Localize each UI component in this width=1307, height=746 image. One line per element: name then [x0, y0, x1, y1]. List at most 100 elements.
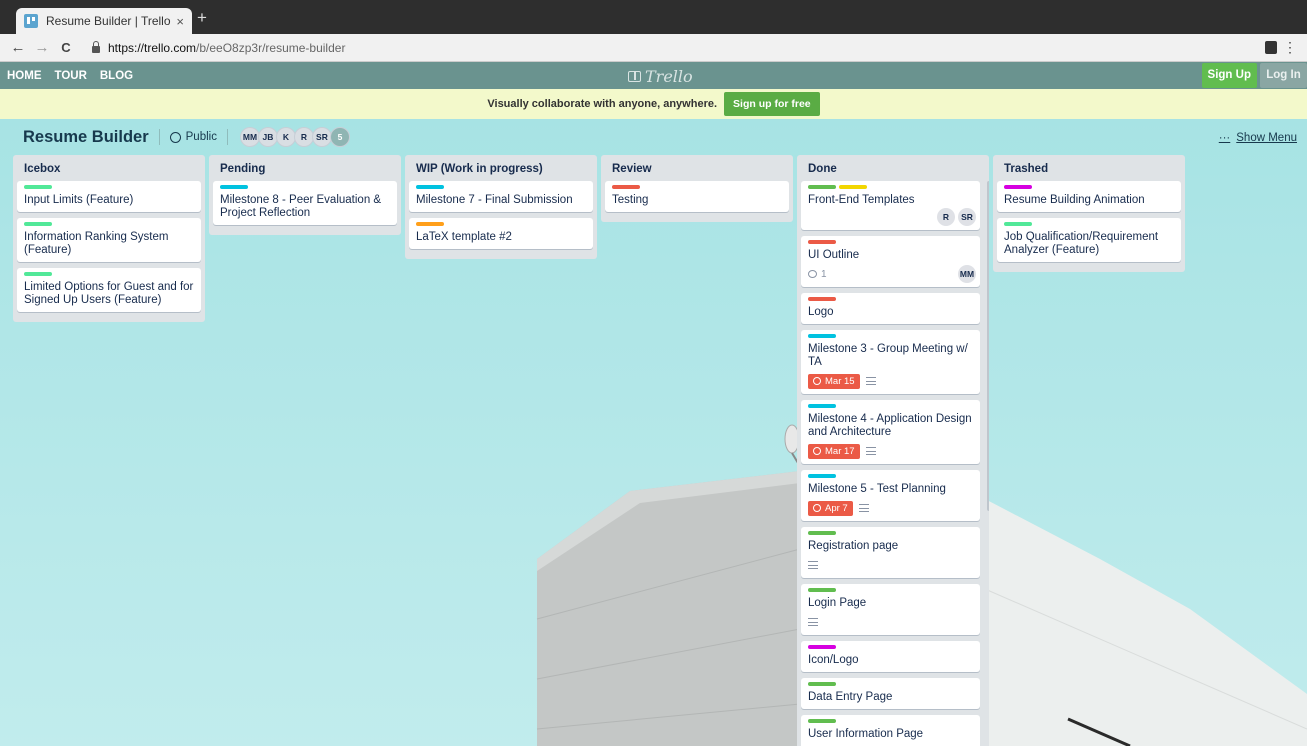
nav-blog-link[interactable]: BLOG — [100, 70, 133, 82]
card-label-red[interactable] — [808, 240, 836, 244]
list-icebox: Icebox Input Limits (Feature) Information … — [13, 155, 205, 322]
card[interactable]: Milestone 3 - Group Meeting w/ TA Mar 15 — [801, 330, 980, 394]
card-title: Icon/Logo — [808, 654, 859, 666]
card-label-mint[interactable] — [24, 185, 52, 189]
card-label-green[interactable] — [808, 185, 836, 189]
header-divider — [226, 129, 228, 145]
list-trashed: Trashed Resume Building Animation Job Qual… — [993, 155, 1185, 272]
card[interactable]: Milestone 8 - Peer Evaluation & Project … — [213, 181, 397, 225]
card-label-blue[interactable] — [808, 404, 836, 408]
card-label-mint[interactable] — [24, 272, 52, 276]
visibility-label[interactable]: Public — [186, 131, 217, 143]
card[interactable]: Job Qualification/Requirement Analyzer (… — [997, 218, 1181, 262]
card[interactable]: Resume Building Animation — [997, 181, 1181, 212]
card[interactable]: Icon/Logo — [801, 641, 980, 672]
card[interactable]: Input Limits (Feature) — [17, 181, 201, 212]
member-avatar[interactable]: MM — [239, 127, 260, 147]
card-badges — [808, 614, 973, 630]
card-label-green[interactable] — [808, 588, 836, 592]
card-label-blue[interactable] — [808, 334, 836, 338]
card-label-yellow[interactable] — [839, 185, 867, 189]
board-title[interactable]: Resume Builder — [23, 128, 149, 147]
list-scrollbar[interactable] — [987, 181, 989, 511]
card-label-green[interactable] — [808, 719, 836, 723]
list-title[interactable]: Review — [605, 155, 789, 181]
new-tab-button[interactable]: + — [197, 8, 207, 28]
sign-up-free-button[interactable]: Sign up for free — [724, 92, 820, 116]
tab-title: Resume Builder | Trello — [46, 14, 171, 28]
card-label-mint[interactable] — [24, 222, 52, 226]
card-title: LaTeX template #2 — [416, 231, 512, 243]
card[interactable]: Login Page — [801, 584, 980, 635]
card[interactable]: Data Entry Page — [801, 678, 980, 709]
card[interactable]: Registration page — [801, 527, 980, 578]
card-label-green[interactable] — [808, 531, 836, 535]
browser-tab[interactable]: Resume Builder | Trello × — [16, 8, 192, 34]
card-members: R SR — [937, 208, 976, 226]
card[interactable]: Logo — [801, 293, 980, 324]
more-members-badge[interactable]: 5 — [329, 127, 350, 147]
member-avatar[interactable]: R — [293, 127, 314, 147]
sign-up-button[interactable]: Sign Up — [1201, 63, 1257, 88]
log-in-button[interactable]: Log In — [1260, 63, 1307, 88]
nav-tour-link[interactable]: TOUR — [55, 70, 87, 82]
list-review: Review Testing — [601, 155, 793, 222]
card-label-orange[interactable] — [416, 222, 444, 226]
card-label-red[interactable] — [612, 185, 640, 189]
card-labels — [808, 588, 973, 594]
card[interactable]: LaTeX template #2 — [409, 218, 593, 249]
card-label-red[interactable] — [808, 297, 836, 301]
browser-menu-icon[interactable]: ⋮ — [1283, 39, 1297, 56]
card[interactable]: User Information Page — [801, 715, 980, 746]
member-avatar[interactable]: MM — [958, 265, 976, 283]
due-date-badge[interactable]: Apr 7 — [808, 500, 853, 516]
card-labels — [808, 240, 973, 246]
url-field[interactable]: https://trello.com/b/eeO8zp3r/resume-bui… — [108, 41, 345, 55]
list-title[interactable]: Done — [801, 155, 985, 181]
board-header: Resume Builder Public MM JB K R SR 5 ···… — [0, 119, 1307, 155]
card-title: Input Limits (Feature) — [24, 194, 134, 206]
card-labels — [220, 185, 390, 191]
due-date-text: Mar 17 — [825, 445, 855, 457]
board: Resume Builder Public MM JB K R SR 5 ···… — [0, 119, 1307, 746]
back-icon[interactable]: ← — [6, 39, 30, 56]
card[interactable]: Milestone 7 - Final Submission — [409, 181, 593, 212]
member-avatar[interactable]: JB — [257, 127, 278, 147]
list-wip-work-in-progress: WIP (Work in progress) Milestone 7 - Fina… — [405, 155, 597, 259]
card[interactable]: Limited Options for Guest and for Signed… — [17, 268, 201, 312]
show-menu-link[interactable]: ··· Show Menu — [1219, 132, 1297, 144]
list-title[interactable]: WIP (Work in progress) — [409, 155, 593, 181]
card[interactable]: Front-End Templates R SR — [801, 181, 980, 230]
card-label-mint[interactable] — [1004, 222, 1032, 226]
member-avatar[interactable]: SR — [311, 127, 332, 147]
card[interactable]: Milestone 4 - Application Design and Arc… — [801, 400, 980, 464]
card[interactable]: UI Outline 1 MM — [801, 236, 980, 287]
card-label-green[interactable] — [808, 682, 836, 686]
due-date-badge[interactable]: Mar 15 — [808, 373, 860, 389]
card-labels — [416, 222, 586, 228]
reload-icon[interactable]: C — [54, 40, 78, 55]
trello-logo[interactable]: Trello — [628, 67, 693, 86]
list-title[interactable]: Icebox — [17, 155, 201, 181]
list-title[interactable]: Pending — [213, 155, 397, 181]
card[interactable]: Testing — [605, 181, 789, 212]
card[interactable]: Milestone 5 - Test Planning Apr 7 — [801, 470, 980, 521]
member-avatar[interactable]: SR — [958, 208, 976, 226]
card[interactable]: Information Ranking System (Feature) — [17, 218, 201, 262]
tab-close-icon[interactable]: × — [176, 14, 184, 29]
member-avatar[interactable]: K — [275, 127, 296, 147]
nav-home-link[interactable]: HOME — [7, 70, 42, 82]
card-label-magenta[interactable] — [1004, 185, 1032, 189]
card-label-magenta[interactable] — [808, 645, 836, 649]
list-done: Done Front-End Templates R SR UI Outline 1 MM L… — [797, 155, 989, 746]
card-label-blue[interactable] — [220, 185, 248, 189]
card-badges — [808, 557, 973, 573]
forward-icon[interactable]: → — [30, 39, 54, 56]
card-labels — [24, 185, 194, 191]
member-avatar[interactable]: R — [937, 208, 955, 226]
list-title[interactable]: Trashed — [997, 155, 1181, 181]
card-label-blue[interactable] — [808, 474, 836, 478]
card-label-blue[interactable] — [416, 185, 444, 189]
extension-icon[interactable] — [1265, 41, 1277, 54]
due-date-badge[interactable]: Mar 17 — [808, 443, 860, 459]
